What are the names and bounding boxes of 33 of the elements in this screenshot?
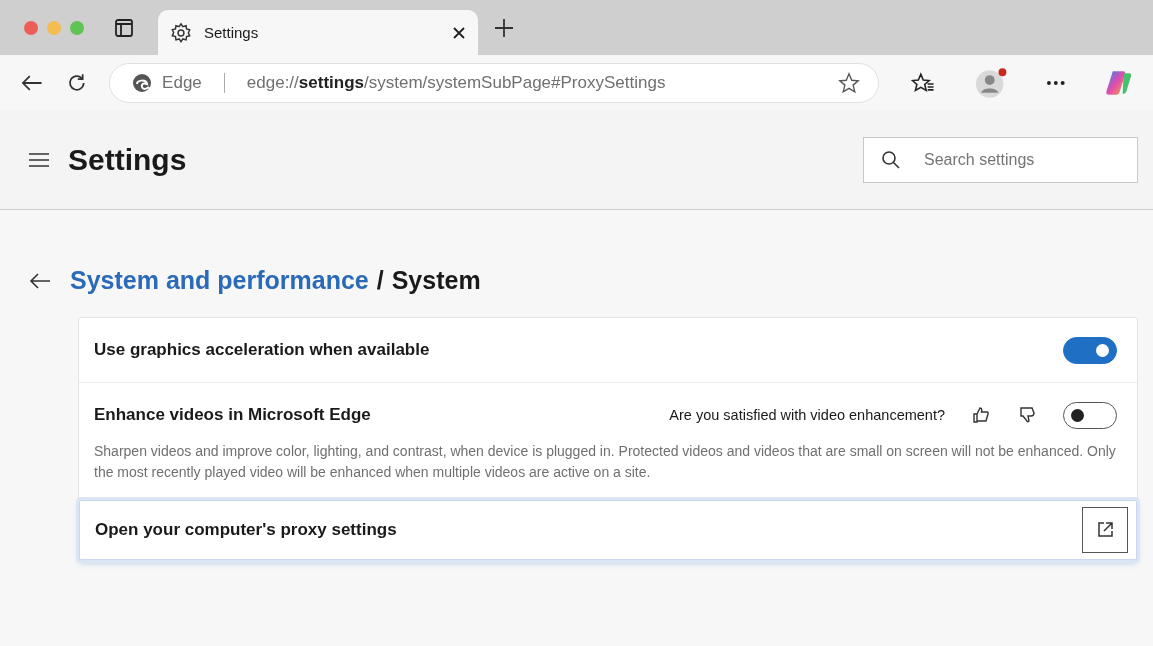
- toggle-switch[interactable]: [1063, 401, 1117, 429]
- browser-tab[interactable]: Settings: [158, 10, 478, 55]
- proxy-settings-row[interactable]: Open your computer's proxy settings: [79, 500, 1137, 560]
- close-icon[interactable]: [452, 25, 466, 40]
- breadcrumb-current: System: [391, 266, 481, 295]
- thumbs-down-icon[interactable]: [1017, 405, 1037, 425]
- favorites-icon[interactable]: [911, 71, 935, 94]
- search-field[interactable]: Search settings: [863, 136, 1138, 183]
- back-arrow-icon[interactable]: [28, 270, 52, 291]
- external-link-icon: [1095, 520, 1115, 540]
- toggle-switch[interactable]: [1063, 336, 1117, 364]
- new-tab-icon[interactable]: [494, 17, 514, 38]
- menu-icon[interactable]: [28, 151, 50, 168]
- setting-label: Enhance videos in Microsoft Edge: [94, 405, 372, 425]
- browser-logo-icon: [132, 72, 153, 93]
- address-bar[interactable]: Edge edge://settings/system/systemSubPage#ProxySettings: [109, 62, 880, 103]
- profile-avatar-icon[interactable]: [974, 66, 1008, 99]
- setting-label: Open your computer's proxy settings: [95, 520, 398, 540]
- setting-label: Use graphics acceleration when available: [94, 340, 431, 360]
- breadcrumb-link[interactable]: System and performance: [70, 266, 369, 295]
- star-icon[interactable]: [838, 71, 861, 94]
- sidebar-panel-icon[interactable]: [114, 17, 134, 38]
- tab-title: Settings: [204, 24, 260, 41]
- url-text: edge://settings/system/systemSubPage#ProxySettings: [246, 72, 667, 93]
- site-label: Edge: [162, 72, 202, 93]
- feedback-question: Are you satisfied with video enhancement?: [669, 407, 945, 423]
- settings-icon: [170, 21, 192, 44]
- setting-description: Sharpen videos and improve color, lighting, and contrast, when device is plugged in. Protected videos and videos that are small on screen will not be enhanced. Only the most recently played video will be enhanced when multiple videos are active on a site.: [94, 442, 1117, 482]
- thumbs-up-icon[interactable]: [971, 405, 991, 425]
- breadcrumb-separator: /: [376, 266, 384, 295]
- external-link-button[interactable]: [1082, 507, 1128, 553]
- more-options-icon[interactable]: [1046, 79, 1066, 86]
- page-title: Settings: [68, 142, 188, 177]
